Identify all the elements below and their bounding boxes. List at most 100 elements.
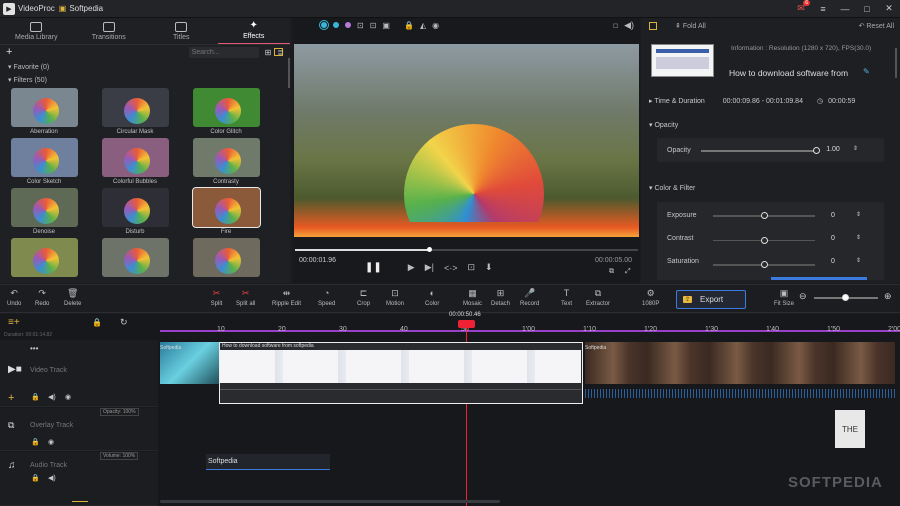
zoom-out-icon[interactable]: ⊖	[799, 291, 807, 302]
tool-extractor[interactable]: ⧉ Extractor	[586, 288, 610, 307]
lock-icon[interactable]: 🔒	[404, 21, 414, 30]
lock-all-icon[interactable]: 🔒	[92, 318, 102, 327]
tool-split[interactable]: ✂ Split	[210, 288, 223, 307]
add-icon[interactable]: +	[6, 46, 12, 58]
play-icon[interactable]: ▶	[408, 262, 415, 273]
filter-item[interactable]: Color Glitch	[192, 88, 260, 135]
camera-icon[interactable]: ◘	[613, 21, 618, 30]
text-clip[interactable]: THE	[835, 410, 865, 448]
contrast-slider[interactable]	[713, 236, 815, 244]
color-dot-purple-icon[interactable]	[345, 22, 351, 28]
fit-size-button[interactable]: ▣ Fit Size	[774, 288, 794, 307]
color-filter-section[interactable]: ▾ Color & Filter	[649, 184, 695, 193]
track-eye-icon[interactable]: ◉	[48, 438, 54, 446]
filter-item[interactable]: Contrasty	[192, 138, 260, 185]
exposure-slider[interactable]	[713, 212, 815, 219]
align-icon[interactable]: ⊡	[370, 21, 377, 30]
snapshot-icon[interactable]: ⊡	[467, 262, 475, 273]
saturation-value[interactable]: 0	[819, 258, 847, 265]
layer-icon[interactable]: ▣	[382, 21, 390, 30]
tool-color[interactable]: ◐ Color	[425, 288, 439, 307]
track-eye-icon[interactable]: ◉	[65, 393, 71, 401]
marker-icon[interactable]: ⬇	[485, 262, 493, 273]
reset-all-button[interactable]: ↶ Reset All	[859, 22, 894, 30]
tab-titles[interactable]: Titles	[145, 18, 218, 44]
video-clip-2[interactable]: How to download software from softpedia	[219, 342, 583, 404]
stepper-icon[interactable]: ⇕	[856, 234, 861, 241]
rename-icon[interactable]: ✎	[863, 67, 870, 76]
tool-mosaic[interactable]: ▦ Mosaic	[463, 288, 482, 307]
filter-item[interactable]: Aberration	[10, 88, 78, 135]
tool-crop[interactable]: ⊏ Crop	[357, 288, 370, 307]
tool-ripple-edit[interactable]: ⇹ Ripple Edit	[272, 288, 301, 307]
video-canvas[interactable]	[294, 44, 639, 237]
fill-icon[interactable]: ◭	[420, 21, 426, 30]
more-icon[interactable]: •••	[30, 344, 38, 353]
tool-speed[interactable]: ◔ Speed	[318, 288, 335, 307]
zoom-slider[interactable]	[814, 294, 878, 301]
time-duration-row[interactable]: ▸ Time & Duration 00:00:09.86 - 00:01:09…	[649, 97, 894, 106]
slider-knob[interactable]	[761, 261, 768, 268]
notification-icon[interactable]: ✉ 6	[790, 0, 812, 14]
exposure-value[interactable]: 0	[819, 212, 847, 219]
color-dot-blue-icon[interactable]	[333, 22, 339, 28]
track-lock-icon[interactable]: 🔒	[31, 393, 40, 401]
loop-icon[interactable]: ↻	[120, 317, 128, 328]
scrollbar[interactable]	[288, 58, 290, 88]
filter-item[interactable]	[101, 238, 169, 277]
pause-icon[interactable]: ❚❚	[365, 262, 382, 273]
progress-handle[interactable]	[427, 247, 432, 252]
add-video-icon[interactable]: +	[8, 392, 14, 404]
snap-icon[interactable]: ⊡	[357, 21, 364, 30]
filter-item[interactable]: Denoise	[10, 188, 78, 235]
prev-mark-icon[interactable]: <·>	[444, 263, 458, 273]
filter-item[interactable]: Circular Mask	[101, 88, 169, 135]
filter-item[interactable]: Colorful Bubbles	[101, 138, 169, 185]
eye-icon[interactable]: ◉	[432, 21, 439, 30]
fold-all-button[interactable]: ⇞ Fold All	[675, 22, 706, 30]
video-clip-3[interactable]: Softpedia	[585, 342, 895, 384]
track-mute-icon[interactable]: ◀)	[48, 393, 56, 401]
filter-item[interactable]	[10, 238, 78, 277]
filter-item[interactable]: Color Sketch	[10, 138, 78, 185]
tool-undo[interactable]: ↶ Undo	[7, 288, 21, 307]
panel-toggle-icon[interactable]	[274, 48, 283, 56]
timeline-scrollbar[interactable]	[160, 500, 500, 503]
tool-motion[interactable]: ⊡ Motion	[386, 288, 404, 307]
track-lock-icon[interactable]: 🔒	[31, 474, 40, 482]
project-name[interactable]: Softpedia	[69, 4, 103, 13]
close-button[interactable]: ✕	[878, 3, 900, 14]
contrast-value[interactable]: 0	[819, 235, 847, 242]
export-button[interactable]: ⇪ Export	[676, 290, 746, 309]
opacity-value[interactable]: 1.00	[819, 146, 847, 153]
minimize-button[interactable]: —	[834, 4, 856, 14]
video-clip-1[interactable]: Softpedia	[160, 342, 219, 384]
menu-icon[interactable]: ≡	[812, 4, 834, 14]
next-frame-icon[interactable]: ▶|	[425, 262, 434, 273]
filter-item[interactable]: Fire	[191, 187, 261, 235]
track-lock-icon[interactable]: 🔒	[31, 438, 40, 446]
tool-detach[interactable]: ⊞ Detach	[491, 288, 510, 307]
tool-record[interactable]: 🎤 Record	[520, 288, 539, 307]
saturation-slider[interactable]	[713, 261, 815, 268]
slider-knob[interactable]	[761, 236, 768, 244]
tab-transitions[interactable]: Transitions	[73, 18, 146, 44]
fullscreen-icon[interactable]: ⤢	[625, 268, 631, 276]
tool-split-all[interactable]: ✂ Split all	[236, 288, 255, 307]
zoom-in-icon[interactable]: ⊕	[884, 291, 892, 302]
favorite-section[interactable]: ▾ Favorite (0)	[0, 59, 290, 75]
volume-icon[interactable]: ◀)	[624, 20, 634, 31]
apply-button-edge[interactable]	[771, 277, 867, 280]
opacity-slider[interactable]	[701, 147, 820, 154]
time-ruler[interactable]: 10 20 30 40 50 1'00 1'10 1'20 1'30 1'40 1'50 2'00	[160, 326, 900, 338]
track-mute-icon[interactable]: ◀)	[48, 474, 56, 482]
add-track-icon[interactable]: ≡+	[8, 317, 20, 328]
maximize-button[interactable]: □	[856, 4, 878, 14]
pip-icon[interactable]: ⧉	[609, 268, 614, 276]
grid-view-icon[interactable]: ⊞	[265, 48, 272, 57]
zoom-knob[interactable]	[842, 294, 849, 301]
tool-text[interactable]: T Text	[560, 288, 573, 307]
progress-track[interactable]	[295, 247, 638, 252]
stepper-icon[interactable]: ⇕	[856, 257, 861, 264]
stepper-icon[interactable]: ⇕	[856, 211, 861, 218]
